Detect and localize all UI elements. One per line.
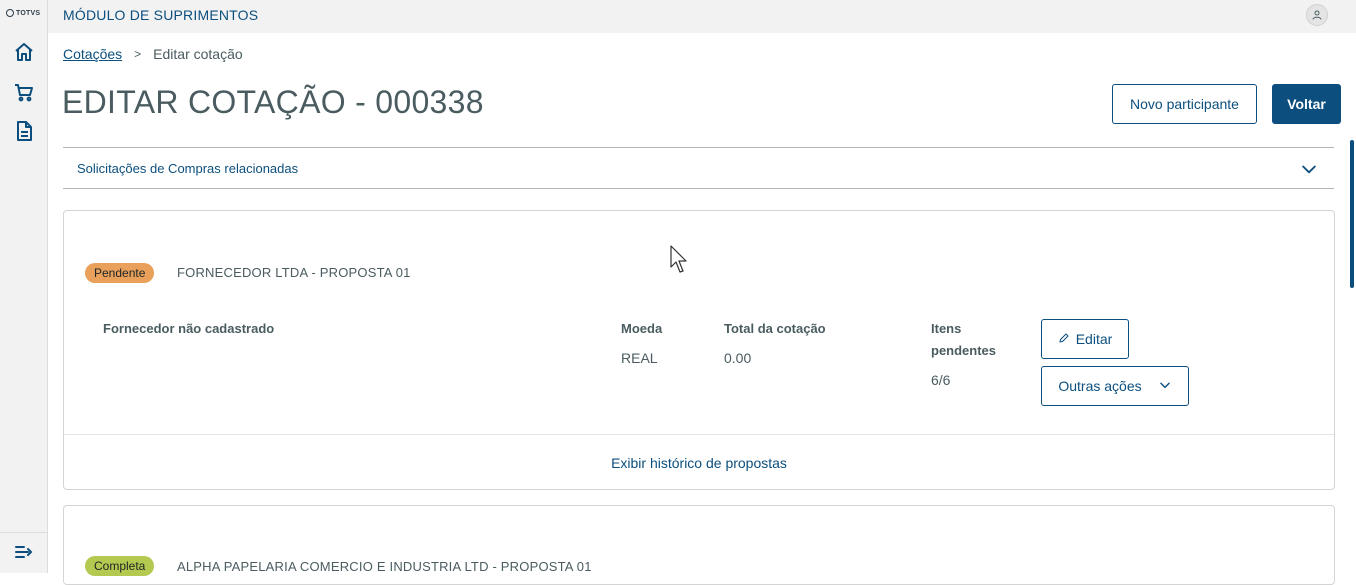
shopping-cart-icon[interactable] (12, 80, 36, 104)
chevron-down-icon[interactable] (1299, 159, 1319, 179)
breadcrumb-separator: > (134, 47, 142, 61)
chevron-down-icon (1158, 378, 1172, 395)
pending-items-value: 6/6 (931, 372, 951, 388)
back-button[interactable]: Voltar (1272, 84, 1341, 124)
proposal-card: Pendente FORNECEDOR LTDA - PROPOSTA 01 F… (63, 210, 1335, 490)
supplier-name: ALPHA PAPELARIA COMERCIO E INDUSTRIA LTD… (177, 559, 592, 574)
side-menu: TOTVS (0, 0, 48, 573)
proposal-card: Completa ALPHA PAPELARIA COMERCIO E INDU… (63, 505, 1335, 585)
totvs-logo: TOTVS (6, 9, 40, 17)
accordion-label: Solicitações de Compras relacionadas (77, 161, 299, 176)
new-participant-button[interactable]: Novo participante (1112, 84, 1257, 124)
module-title: MÓDULO DE SUPRIMENTOS (63, 7, 259, 23)
scrollbar[interactable] (1350, 140, 1354, 288)
breadcrumb-link-cotacoes[interactable]: Cotações (63, 46, 122, 62)
document-icon[interactable] (12, 119, 36, 143)
other-actions-label: Outras ações (1058, 378, 1142, 394)
related-requests-accordion[interactable]: Solicitações de Compras relacionadas (63, 147, 1334, 189)
edit-button[interactable]: Editar (1041, 319, 1129, 359)
mouse-cursor-icon (670, 245, 690, 275)
total-value: 0.00 (724, 350, 752, 366)
proposal-history-link[interactable]: Exibir histórico de propostas (64, 455, 1334, 471)
menu-collapse-icon[interactable] (12, 540, 36, 564)
home-icon[interactable] (12, 40, 36, 64)
total-label: Total da cotação (724, 321, 826, 336)
currency-label: Moeda (621, 321, 663, 336)
currency-value: REAL (621, 350, 658, 366)
user-icon[interactable] (1306, 4, 1328, 26)
other-actions-button[interactable]: Outras ações (1041, 366, 1189, 406)
logo-text: TOTVS (16, 9, 41, 17)
logo-mark-icon (6, 9, 14, 17)
breadcrumb-current: Editar cotação (153, 46, 243, 62)
page-title: EDITAR COTAÇÃO - 000338 (62, 84, 484, 120)
status-badge: Completa (85, 556, 155, 576)
breadcrumb: Cotações > Editar cotação (63, 46, 243, 62)
pending-items-label: Itens (931, 321, 962, 336)
supplier-note: Fornecedor não cadastrado (103, 321, 275, 336)
card-divider (64, 434, 1334, 435)
top-bar: MÓDULO DE SUPRIMENTOS (48, 0, 1356, 33)
supplier-name: FORNECEDOR LTDA - PROPOSTA 01 (177, 265, 411, 280)
status-badge: Pendente (85, 263, 155, 283)
pencil-icon (1058, 331, 1070, 347)
pending-items-label-line2: pendentes (931, 343, 997, 358)
edit-button-label: Editar (1075, 331, 1113, 347)
sidebar-divider (0, 532, 47, 533)
